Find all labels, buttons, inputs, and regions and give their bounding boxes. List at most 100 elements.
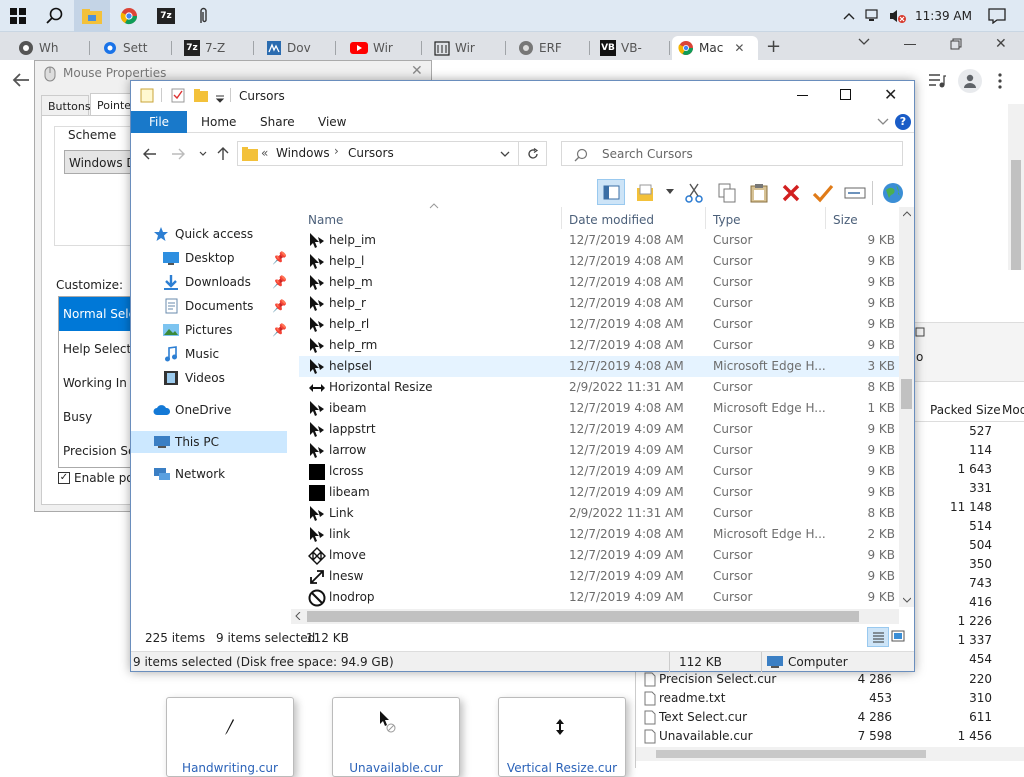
nav-quick-access[interactable]: Quick access xyxy=(153,223,253,245)
search-icon[interactable] xyxy=(914,326,926,344)
start-button[interactable] xyxy=(0,0,36,32)
search-box[interactable]: Search Cursors xyxy=(561,141,903,166)
horizontal-scrollbar[interactable] xyxy=(291,609,899,624)
type-column[interactable]: Type xyxy=(713,213,741,227)
forward-arrow-icon[interactable] xyxy=(171,148,185,160)
mod-column[interactable]: Mod xyxy=(1002,403,1024,417)
dropdown-icon[interactable] xyxy=(666,189,674,195)
breadcrumb-windows[interactable]: Windows xyxy=(276,146,330,160)
close-tab-icon[interactable]: ✕ xyxy=(734,41,744,55)
profile-avatar-icon[interactable] xyxy=(958,69,982,93)
file-row[interactable]: Link 2/9/2022 11:31 AM Cursor 8 KB xyxy=(299,503,899,524)
date-column[interactable]: Date modified xyxy=(569,213,654,227)
browser-tab[interactable]: Wh xyxy=(18,36,90,60)
table-row[interactable]: Text Select.cur 4 286 611 xyxy=(636,708,1024,727)
list-item[interactable]: Help Select xyxy=(63,342,131,356)
file-row[interactable]: libeam 12/7/2019 4:09 AM Cursor 9 KB xyxy=(299,482,899,503)
breadcrumb-cursors[interactable]: Cursors xyxy=(348,146,394,160)
new-tab-button[interactable]: + xyxy=(766,36,781,57)
enable-checkbox[interactable]: ✓ xyxy=(58,472,70,484)
chrome-taskbar-button[interactable] xyxy=(111,0,147,32)
nav-desktop[interactable]: Desktop 📌 xyxy=(163,247,287,269)
maximize-icon[interactable] xyxy=(840,89,851,100)
restore-icon[interactable] xyxy=(950,38,962,50)
back-arrow-icon[interactable] xyxy=(143,148,157,160)
table-row[interactable]: readme.txt 453 310 xyxy=(636,689,1024,708)
edit-button[interactable] xyxy=(635,181,659,205)
copy-button[interactable] xyxy=(715,181,739,205)
list-item[interactable]: Busy xyxy=(63,410,92,424)
network-icon[interactable] xyxy=(865,9,881,23)
file-row[interactable]: lnesw 12/7/2019 4:09 AM Cursor 9 KB xyxy=(299,566,899,587)
up-arrow-icon[interactable] xyxy=(217,146,229,161)
chevron-up-icon[interactable] xyxy=(843,12,855,20)
nav-music[interactable]: Music xyxy=(163,343,219,365)
browser-tab[interactable]: Wir xyxy=(434,36,506,60)
file-explorer-taskbar-button[interactable] xyxy=(74,0,110,32)
browser-tab[interactable]: VB VB- xyxy=(600,36,670,60)
list-item[interactable]: Working In Ba xyxy=(63,376,137,390)
cursor-list[interactable]: Normal Select Help Select Working In Ba … xyxy=(58,296,138,468)
preview-pane-button[interactable] xyxy=(597,179,625,205)
address-bar[interactable]: « Windows › Cursors xyxy=(237,141,519,166)
file-row[interactable]: help_m 12/7/2019 4:08 AM Cursor 9 KB xyxy=(299,272,899,293)
notification-icon[interactable] xyxy=(988,8,1006,24)
globe-button[interactable] xyxy=(881,181,905,205)
close-icon[interactable]: ✕ xyxy=(411,63,423,79)
address-dropdown-icon[interactable] xyxy=(500,151,510,158)
file-row[interactable]: ibeam 12/7/2019 4:08 AM Microsoft Edge H..… xyxy=(299,398,899,419)
back-arrow-icon[interactable] xyxy=(12,72,30,88)
table-row[interactable]: Precision Select.cur 4 286 220 xyxy=(636,670,1024,689)
file-row[interactable]: help_r 12/7/2019 4:08 AM Cursor 9 KB xyxy=(299,293,899,314)
tab-search-icon[interactable] xyxy=(858,38,870,46)
pin-icon[interactable]: 📌 xyxy=(272,299,287,313)
name-column[interactable]: Name xyxy=(308,213,343,227)
browser-tab[interactable]: 7z 7-Z xyxy=(184,36,254,60)
browser-tab[interactable]: ERF xyxy=(518,36,590,60)
paperclip-taskbar-button[interactable] xyxy=(185,0,221,32)
clock[interactable]: 11:39 AM xyxy=(915,9,972,23)
ribbon-expand-icon[interactable] xyxy=(877,118,889,126)
pin-icon[interactable]: 📌 xyxy=(272,323,287,337)
nav-network[interactable]: Network xyxy=(153,463,225,485)
delete-button[interactable] xyxy=(779,181,803,205)
menu-dots-icon[interactable] xyxy=(998,73,1002,89)
file-tab[interactable]: File xyxy=(131,111,187,133)
file-row[interactable]: Horizontal Resize 2/9/2022 11:31 AM Cursor… xyxy=(299,377,899,398)
file-row[interactable]: helpsel 12/7/2019 4:08 AM Microsoft Edge H… xyxy=(299,356,899,377)
nav-onedrive[interactable]: OneDrive xyxy=(153,399,231,421)
browser-tab-active[interactable]: Mac ✕ xyxy=(672,36,758,60)
close-window-icon[interactable]: ✕ xyxy=(995,36,1007,52)
file-row[interactable]: help_im 12/7/2019 4:08 AM Cursor 9 KB xyxy=(299,230,899,251)
list-item-selected[interactable]: Normal Select xyxy=(59,297,137,331)
home-tab[interactable]: Home xyxy=(201,115,236,129)
refresh-button[interactable] xyxy=(519,141,547,166)
media-queue-icon[interactable] xyxy=(928,73,946,89)
paste-button[interactable] xyxy=(747,181,771,205)
file-row[interactable]: lcross 12/7/2019 4:09 AM Cursor 9 KB xyxy=(299,461,899,482)
checkmark-button[interactable] xyxy=(811,181,835,205)
nav-this-pc[interactable]: This PC xyxy=(153,431,219,453)
horizontal-scrollbar[interactable] xyxy=(636,747,1024,761)
packed-size-column[interactable]: Packed Size xyxy=(930,403,1001,417)
file-row[interactable]: link 12/7/2019 4:08 AM Microsoft Edge H...… xyxy=(299,524,899,545)
table-row[interactable]: Unavailable.cur 7 598 1 456 xyxy=(636,727,1024,746)
browser-tab[interactable]: Dov xyxy=(266,36,336,60)
file-row[interactable]: lappstrt 12/7/2019 4:09 AM Cursor 9 KB xyxy=(299,419,899,440)
list-item[interactable]: Precision Sele xyxy=(63,444,137,458)
cut-button[interactable] xyxy=(682,181,706,205)
nav-downloads[interactable]: Downloads 📌 xyxy=(163,271,287,293)
file-row[interactable]: help_rl 12/7/2019 4:08 AM Cursor 9 KB xyxy=(299,314,899,335)
view-tab[interactable]: View xyxy=(318,115,346,129)
pin-icon[interactable]: 📌 xyxy=(272,275,287,289)
details-view-button[interactable] xyxy=(867,627,889,647)
help-icon[interactable]: ? xyxy=(895,114,911,130)
file-row[interactable]: help_rm 12/7/2019 4:08 AM Cursor 9 KB xyxy=(299,335,899,356)
file-row[interactable]: lmove 12/7/2019 4:09 AM Cursor 9 KB xyxy=(299,545,899,566)
browser-tab[interactable]: Sett xyxy=(102,36,172,60)
file-row[interactable]: help_l 12/7/2019 4:08 AM Cursor 9 KB xyxy=(299,251,899,272)
close-icon[interactable]: ✕ xyxy=(884,85,897,104)
file-row[interactable]: larrow 12/7/2019 4:09 AM Cursor 9 KB xyxy=(299,440,899,461)
file-row[interactable]: lnodrop 12/7/2019 4:09 AM Cursor 9 KB xyxy=(299,587,899,608)
browser-tab[interactable]: Wir xyxy=(350,36,422,60)
